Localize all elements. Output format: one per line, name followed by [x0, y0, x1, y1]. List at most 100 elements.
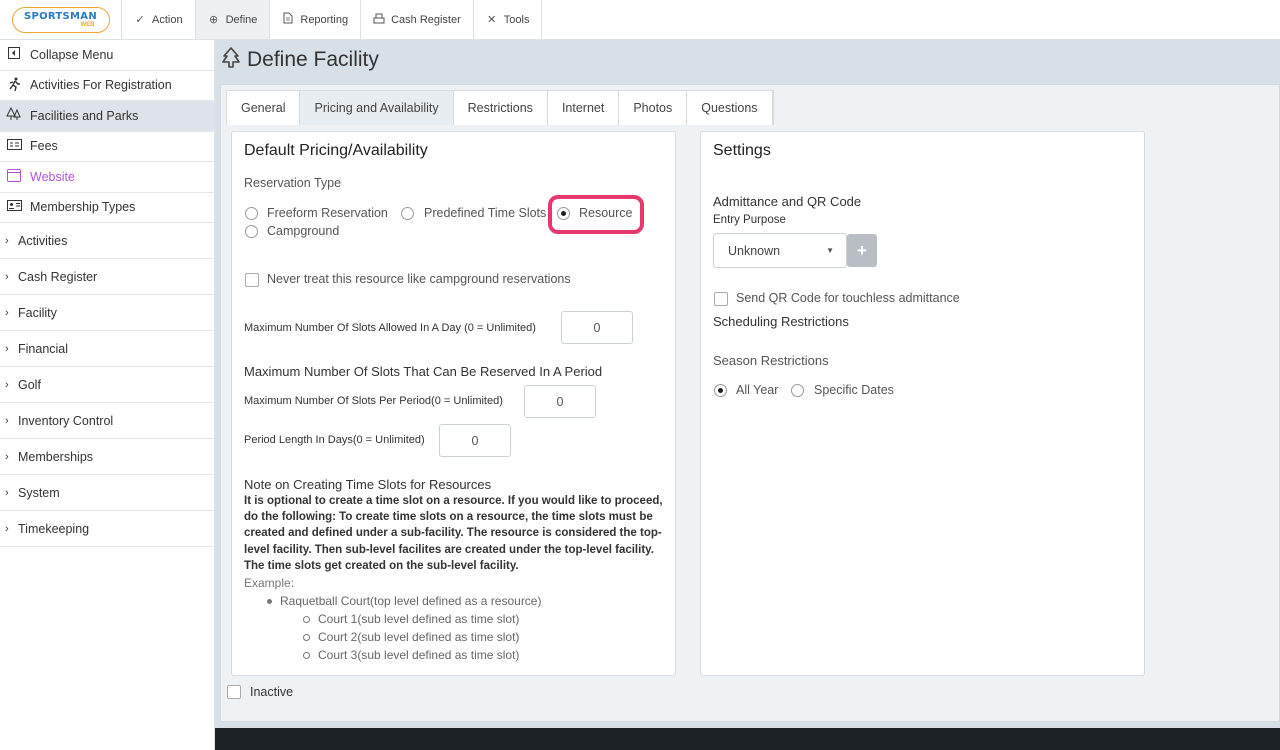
sidebar-group-label: Timekeeping — [18, 521, 90, 536]
sidebar-group-label: System — [18, 485, 60, 500]
max-slots-period-label: Maximum Number Of Slots Per Period(0 = U… — [244, 395, 503, 407]
chevron-right-icon: › — [5, 486, 9, 499]
sidebar-group-activities[interactable]: › Activities — [0, 223, 214, 259]
note-title: Note on Creating Time Slots for Resource… — [244, 477, 492, 492]
facility-card: General Pricing and Availability Restric… — [220, 84, 1280, 722]
nav-reporting[interactable]: Reporting — [270, 0, 362, 39]
period-heading: Maximum Number Of Slots That Can Be Rese… — [244, 364, 603, 379]
add-entry-purpose-button[interactable]: + — [847, 234, 877, 267]
sidebar-group-label: Cash Register — [18, 269, 98, 284]
nav-tools[interactable]: ✕ Tools — [474, 0, 543, 39]
sidebar-group-inventory-control[interactable]: › Inventory Control — [0, 403, 214, 439]
chevron-right-icon: › — [5, 270, 9, 283]
plus-circle-icon: ⊕ — [208, 14, 219, 26]
cash-register-icon — [373, 13, 385, 27]
check-icon: ✓ — [135, 14, 145, 26]
nav-reporting-label: Reporting — [300, 13, 349, 26]
sidebar-group-cash-register[interactable]: › Cash Register — [0, 259, 214, 295]
tab-pricing-and-availability[interactable]: Pricing and Availability — [300, 91, 454, 125]
max-slots-day-label: Maximum Number Of Slots Allowed In A Day… — [244, 322, 536, 334]
radio-campground[interactable] — [245, 225, 258, 238]
chevron-right-icon: › — [5, 378, 9, 391]
sidebar-group-golf[interactable]: › Golf — [0, 367, 214, 403]
radio-label-specific-dates: Specific Dates — [814, 383, 894, 397]
sidebar-item-label: Facilities and Parks — [30, 108, 139, 123]
sidebar-item-website[interactable]: Website — [0, 162, 214, 193]
period-length-label: Period Length In Days(0 = Unlimited) — [244, 434, 425, 446]
radio-specific-dates[interactable] — [791, 384, 804, 397]
sidebar-item-membership-types[interactable]: Membership Types — [0, 193, 214, 223]
inactive-label: Inactive — [250, 685, 294, 699]
sidebar-item-activities-for-registration[interactable]: Activities For Registration — [0, 71, 214, 101]
runner-icon — [6, 77, 22, 94]
tab-internet[interactable]: Internet — [548, 91, 620, 125]
list-item: Court 2(sub level defined as time slot) — [303, 630, 519, 644]
sidebar-item-label: Website — [30, 169, 75, 184]
sidebar-item-collapse-menu[interactable]: Collapse Menu — [0, 40, 214, 71]
sidebar-group-facility[interactable]: › Facility — [0, 295, 214, 331]
nav-tools-label: Tools — [503, 13, 530, 26]
nav-cash-register-label: Cash Register — [391, 13, 461, 26]
sidebar-group-label: Inventory Control — [18, 413, 114, 428]
radio-label-resource: Resource — [579, 206, 633, 220]
inactive-checkbox[interactable] — [227, 685, 241, 699]
entry-purpose-value: Unknown — [728, 243, 781, 258]
top-navigation: SPORTSMAN WEB ✓ Action ⊕ Define Reportin… — [0, 0, 1280, 40]
id-card-icon — [6, 200, 22, 214]
logo-badge: SPORTSMAN WEB — [11, 6, 110, 33]
tab-restrictions[interactable]: Restrictions — [454, 91, 548, 125]
radio-all-year[interactable] — [714, 384, 727, 397]
tab-questions[interactable]: Questions — [687, 91, 773, 125]
never-campground-label: Never treat this resource like campgroun… — [267, 272, 571, 286]
sidebar-group-label: Facility — [18, 305, 57, 320]
list-item: Raquetball Court(top level defined as a … — [267, 594, 541, 608]
tab-photos[interactable]: Photos — [619, 91, 688, 125]
logo-subtext: WEB — [80, 21, 95, 28]
example-top-text: Raquetball Court(top level defined as a … — [280, 594, 542, 608]
trees-icon — [6, 107, 22, 124]
period-length-input[interactable]: 0 — [439, 424, 511, 457]
fees-icon — [6, 139, 22, 153]
bullet-circle — [303, 651, 310, 659]
main-content: Define Facility General Pricing and Avai… — [215, 40, 1280, 728]
sidebar-group-system[interactable]: › System — [0, 475, 214, 511]
chevron-right-icon: › — [5, 522, 9, 535]
radio-predefined-time-slots[interactable] — [401, 207, 414, 220]
example-sub-text: Court 3(sub level defined as time slot) — [318, 648, 520, 662]
radio-freeform-reservation[interactable] — [245, 207, 258, 220]
chevron-right-icon: › — [5, 414, 9, 427]
bullet-circle — [303, 633, 310, 641]
qr-code-label: Send QR Code for touchless admittance — [736, 291, 960, 305]
settings-panel: Settings Admittance and QR Code Entry Pu… — [700, 131, 1145, 676]
nav-cash-register[interactable]: Cash Register — [361, 0, 474, 39]
sidebar-group-financial[interactable]: › Financial — [0, 331, 214, 367]
sidebar-group-timekeeping[interactable]: › Timekeeping — [0, 511, 214, 547]
entry-purpose-select[interactable]: Unknown ▼ — [713, 233, 847, 268]
collapse-icon — [6, 47, 22, 62]
sidebar-item-fees[interactable]: Fees — [0, 132, 214, 162]
entry-purpose-label: Entry Purpose — [713, 214, 786, 226]
sportsman-logo[interactable]: SPORTSMAN WEB — [0, 0, 122, 39]
sidebar-item-facilities-and-parks[interactable]: Facilities and Parks — [0, 101, 214, 132]
qr-code-checkbox[interactable] — [714, 292, 728, 306]
bullet-circle — [303, 615, 310, 623]
sidebar-item-label: Collapse Menu — [30, 47, 114, 62]
nav-define[interactable]: ⊕ Define — [195, 0, 271, 39]
nav-action[interactable]: ✓ Action — [122, 0, 196, 39]
settings-heading: Settings — [713, 142, 771, 159]
document-icon — [282, 12, 294, 27]
max-slots-period-input[interactable]: 0 — [524, 385, 596, 418]
tab-bar: General Pricing and Availability Restric… — [226, 90, 774, 125]
tab-general[interactable]: General — [227, 91, 301, 125]
note-body: It is optional to create a time slot on … — [244, 495, 663, 572]
radio-label-predefined: Predefined Time Slots — [424, 206, 547, 220]
list-item: Court 1(sub level defined as time slot) — [303, 612, 519, 626]
never-campground-checkbox[interactable] — [245, 273, 259, 287]
max-slots-day-input[interactable]: 0 — [561, 311, 633, 344]
chevron-right-icon: › — [5, 450, 9, 463]
nav-define-label: Define — [225, 13, 258, 26]
sidebar-group-label: Memberships — [18, 449, 94, 464]
chevron-right-icon: › — [5, 306, 9, 319]
radio-resource[interactable] — [557, 207, 570, 220]
sidebar-group-memberships[interactable]: › Memberships — [0, 439, 214, 475]
